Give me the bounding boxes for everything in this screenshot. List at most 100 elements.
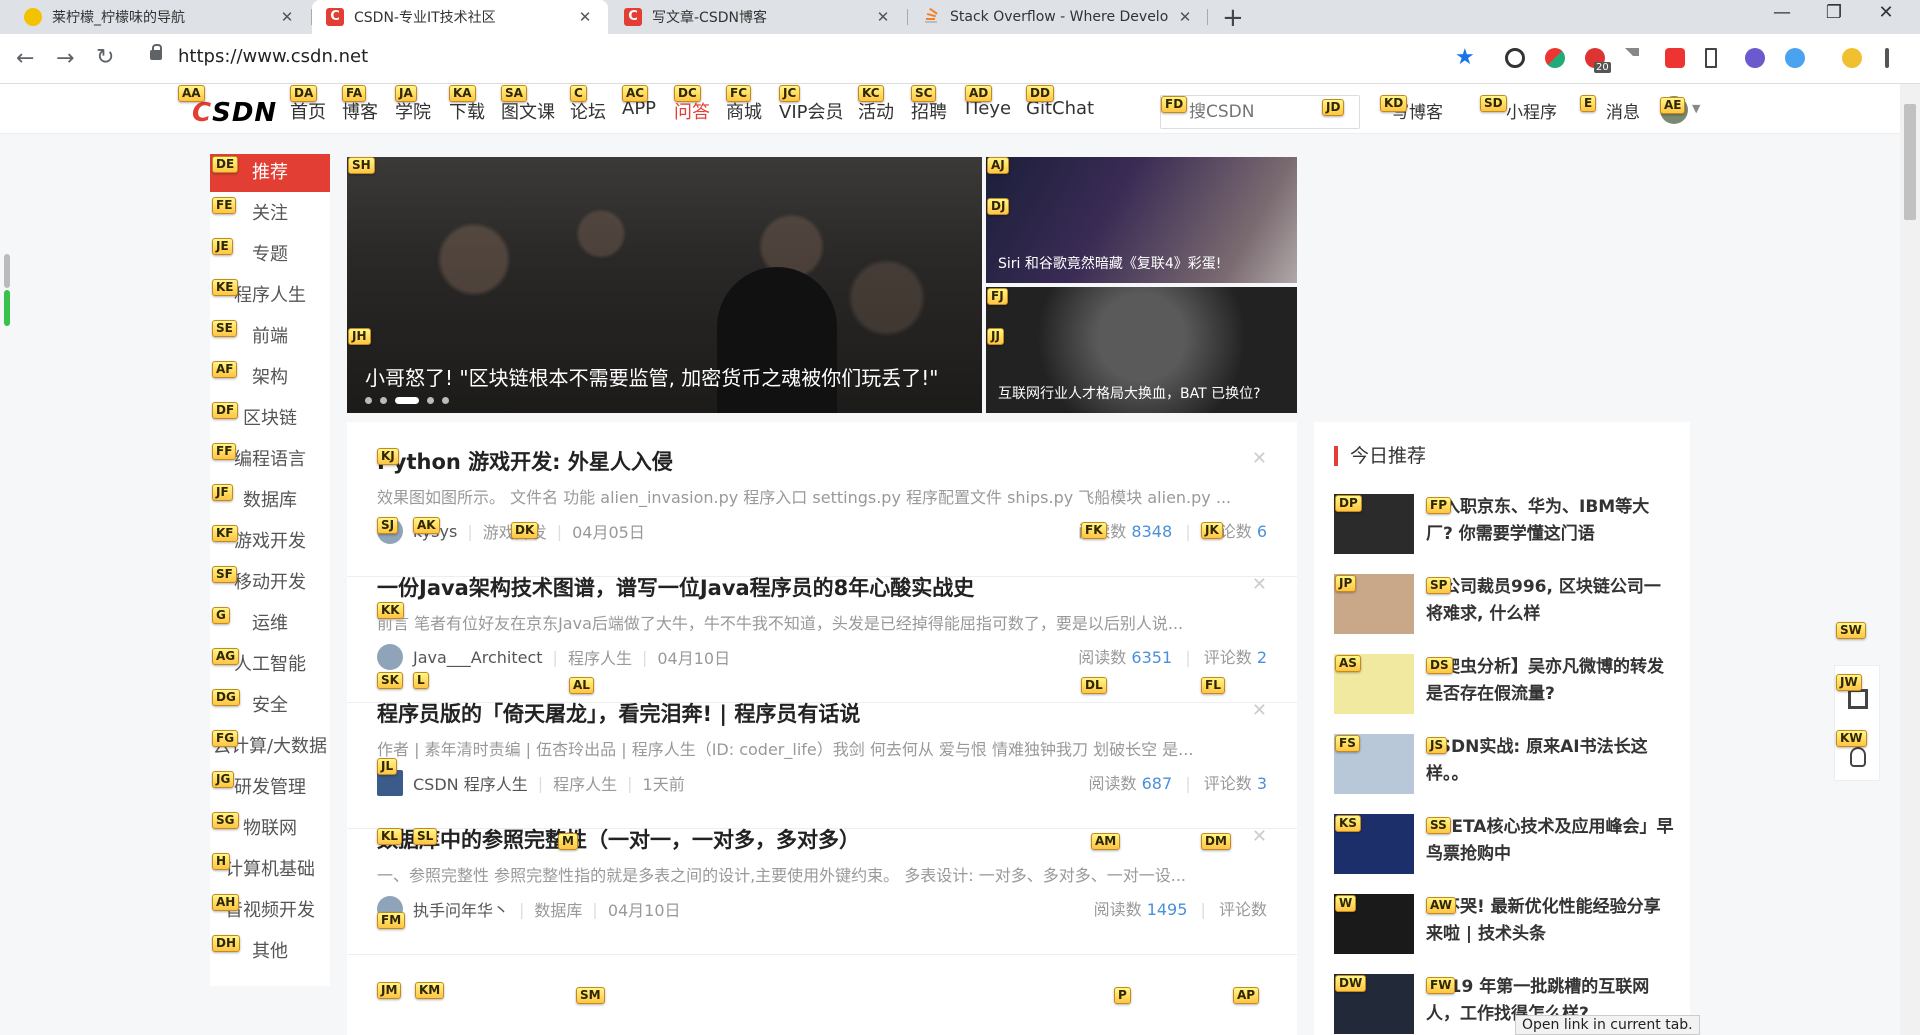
back-button[interactable]: ← (16, 46, 34, 71)
carousel-dot[interactable] (442, 397, 449, 404)
article-meta: CSDN 程序人生 | 程序人生 | 1天前 (377, 770, 685, 796)
read-label: 阅读数 (1088, 774, 1137, 793)
comment-count[interactable]: 3 (1257, 774, 1267, 793)
recommend-title[interactable]: AI ETA核心技术及应用峰会」早鸟票抢购中 (1426, 814, 1674, 868)
reload-button[interactable]: ↻ (96, 45, 114, 70)
browser-menu-icon[interactable] (1885, 48, 1889, 68)
close-icon[interactable]: ✕ (576, 8, 594, 26)
recommend-item[interactable]: CSDN实战: 原来AI书法长这样。。 (1334, 734, 1674, 796)
minimize-button[interactable]: — (1762, 2, 1802, 23)
comment-count[interactable]: 2 (1257, 648, 1267, 667)
link-hint: SF (212, 566, 237, 583)
messages-link[interactable]: 消息 (1606, 98, 1640, 123)
bookmark-icon[interactable] (1705, 48, 1717, 68)
article-title[interactable]: Python 游戏开发: 外星人入侵 (377, 446, 673, 476)
user-avatar-icon[interactable] (1842, 48, 1862, 68)
article-desc[interactable]: 效果图如图所示。 文件名 功能 alien_invasion.py 程序入口 s… (377, 484, 1267, 508)
author-name[interactable]: Java___Architect (413, 648, 543, 667)
close-icon[interactable]: ✕ (1252, 574, 1267, 595)
recommend-item[interactable]: 【爬虫分析】吴亦凡微博的转发是否存在假流量? (1334, 654, 1674, 716)
article-tag[interactable]: 程序人生 (553, 771, 617, 795)
browser-tab-write[interactable]: C 写文章-CSDN博客 ✕ (610, 0, 906, 34)
article-stats: 阅读数 8348 | 评论数 6 (1078, 518, 1267, 542)
address-bar[interactable]: https://www.csdn.net (178, 46, 368, 67)
carousel-dot[interactable] (380, 397, 387, 404)
link-hint: FP (1426, 497, 1451, 514)
search-input[interactable] (1189, 102, 1309, 122)
close-icon[interactable]: ✕ (1252, 826, 1267, 847)
page-scrollbar[interactable] (1900, 84, 1920, 1035)
recommend-item[interactable]: AI ETA核心技术及应用峰会」早鸟票抢购中 (1334, 814, 1674, 876)
carousel-caption[interactable]: 小哥怒了! "区块链根本不需要监管, 加密货币之魂被你们玩丢了!" (365, 362, 939, 391)
extension-face-icon[interactable] (1745, 48, 1765, 68)
close-icon[interactable]: ✕ (278, 8, 296, 26)
cursor-extension-icon[interactable] (1625, 48, 1639, 64)
link-hint: AJ (987, 157, 1009, 174)
new-tab-button[interactable]: + (1222, 3, 1244, 33)
link-hint: SA (501, 85, 527, 102)
recommend-item[interactable]: 想入职京东、华为、IBM等大厂? 你需要学懂这门语 (1334, 494, 1674, 556)
read-count[interactable]: 687 (1142, 774, 1173, 793)
link-hint: SW (1836, 622, 1866, 639)
read-count[interactable]: 1495 (1147, 900, 1188, 919)
read-label: 阅读数 (1093, 900, 1142, 919)
read-count[interactable]: 6351 (1131, 648, 1172, 667)
side-banner-1[interactable]: Siri 和谷歌竟然暗藏《复联4》彩蛋! (986, 157, 1297, 283)
author-name[interactable]: 执手问年华丶 (413, 897, 509, 921)
article-desc[interactable]: 作者 | 素年清时责编 | 伍杏玲出品 | 程序人生（ID: coder_lif… (377, 736, 1267, 760)
link-hint: DG (212, 689, 240, 706)
extension-shield-icon[interactable] (1545, 48, 1565, 68)
link-hint: FK (1081, 522, 1107, 539)
recommend-title[interactable]: 想入职京东、华为、IBM等大厂? 你需要学懂这门语 (1426, 494, 1674, 548)
scrollbar-thumb[interactable] (1904, 104, 1916, 220)
carousel-dot[interactable] (365, 397, 372, 404)
article-title[interactable]: 数据库中的参照完整性（一对一，一对多，多对多） (377, 824, 860, 854)
article-tag[interactable]: 数据库 (534, 897, 582, 921)
browser-tab-stackoverflow[interactable]: Stack Overflow - Where Develo ✕ (908, 0, 1208, 34)
csdn-logo[interactable]: CSDN (192, 98, 277, 128)
article-title[interactable]: 一份Java架构技术图谱，谱写一位Java程序员的8年心酸实战史 (377, 572, 974, 602)
carousel-main[interactable]: 小哥怒了! "区块链根本不需要监管, 加密货币之魂被你们玩丢了!" (347, 157, 982, 413)
browser-tab-csdn[interactable]: C CSDN-专业IT技术社区 ✕ (312, 0, 608, 34)
article-desc[interactable]: 一、参照完整性 参照完整性指的就是多表之间的设计,主要使用外键约束。 多表设计:… (377, 862, 1267, 886)
forward-button[interactable]: → (56, 46, 74, 71)
read-count[interactable]: 8348 (1131, 522, 1172, 541)
qr-code-icon[interactable] (1848, 689, 1868, 709)
recommend-item[interactable]: 大公司裁员996, 区块链公司一将难求, 什么样 (1334, 574, 1674, 636)
article-desc[interactable]: 前言 笔者有位好友在京东Java后端做了大牛，牛不牛我不知道，头发是已经掉得能屈… (377, 610, 1267, 634)
recommend-title[interactable]: 大公司裁员996, 区块链公司一将难求, 什么样 (1426, 574, 1674, 628)
browser-tab-lemon[interactable]: 莱柠檬_柠檬味的导航 ✕ (10, 0, 310, 34)
window-close-button[interactable]: ✕ (1866, 2, 1906, 23)
mini-program-link[interactable]: 小程序 (1506, 98, 1557, 123)
comment-count[interactable]: 6 (1257, 522, 1267, 541)
carousel-dot-active[interactable] (395, 397, 419, 404)
article-date: 04月10日 (607, 901, 681, 920)
lemon-icon (24, 8, 42, 26)
close-icon[interactable]: ✕ (874, 8, 892, 26)
link-hint: DL (1081, 677, 1107, 694)
extension-icon[interactable] (1505, 48, 1525, 68)
tab-title: CSDN-专业IT技术社区 (354, 10, 496, 26)
close-icon[interactable]: ✕ (1252, 700, 1267, 721)
author-name[interactable]: CSDN 程序人生 (413, 771, 528, 795)
side-banner-2[interactable]: 互联网行业人才格局大换血，BAT 已换位? (986, 287, 1297, 413)
link-hint: JP (1335, 575, 1357, 592)
recommend-title[interactable]: 【爬虫分析】吴亦凡微博的转发是否存在假流量? (1426, 654, 1674, 708)
maximize-button[interactable]: ❐ (1814, 2, 1854, 23)
qq-penguin-icon[interactable] (1850, 747, 1866, 767)
divider: | (537, 773, 544, 793)
extension-red-icon[interactable] (1665, 48, 1685, 68)
chevron-down-icon[interactable]: ▼ (1692, 102, 1700, 115)
tab-title: 莱柠檬_柠檬味的导航 (52, 10, 185, 26)
recommend-title[interactable]: CSDN实战: 原来AI书法长这样。。 (1426, 734, 1674, 788)
extension-bird-icon[interactable] (1785, 48, 1805, 68)
close-icon[interactable]: ✕ (1252, 448, 1267, 469)
carousel-dot[interactable] (427, 397, 434, 404)
bookmark-star-icon[interactable]: ★ (1455, 45, 1475, 70)
author-avatar[interactable] (377, 644, 403, 670)
close-icon[interactable]: ✕ (1176, 8, 1194, 26)
recommend-title[interactable]: 绝不哭! 最新优化性能经验分享来啦 | 技术头条 (1426, 894, 1674, 948)
article-title[interactable]: 程序员版的「倚天屠龙」，看完泪奔! | 程序员有话说 (377, 698, 860, 728)
article-tag[interactable]: 程序人生 (568, 645, 632, 669)
recommend-item[interactable]: 绝不哭! 最新优化性能经验分享来啦 | 技术头条 (1334, 894, 1674, 956)
